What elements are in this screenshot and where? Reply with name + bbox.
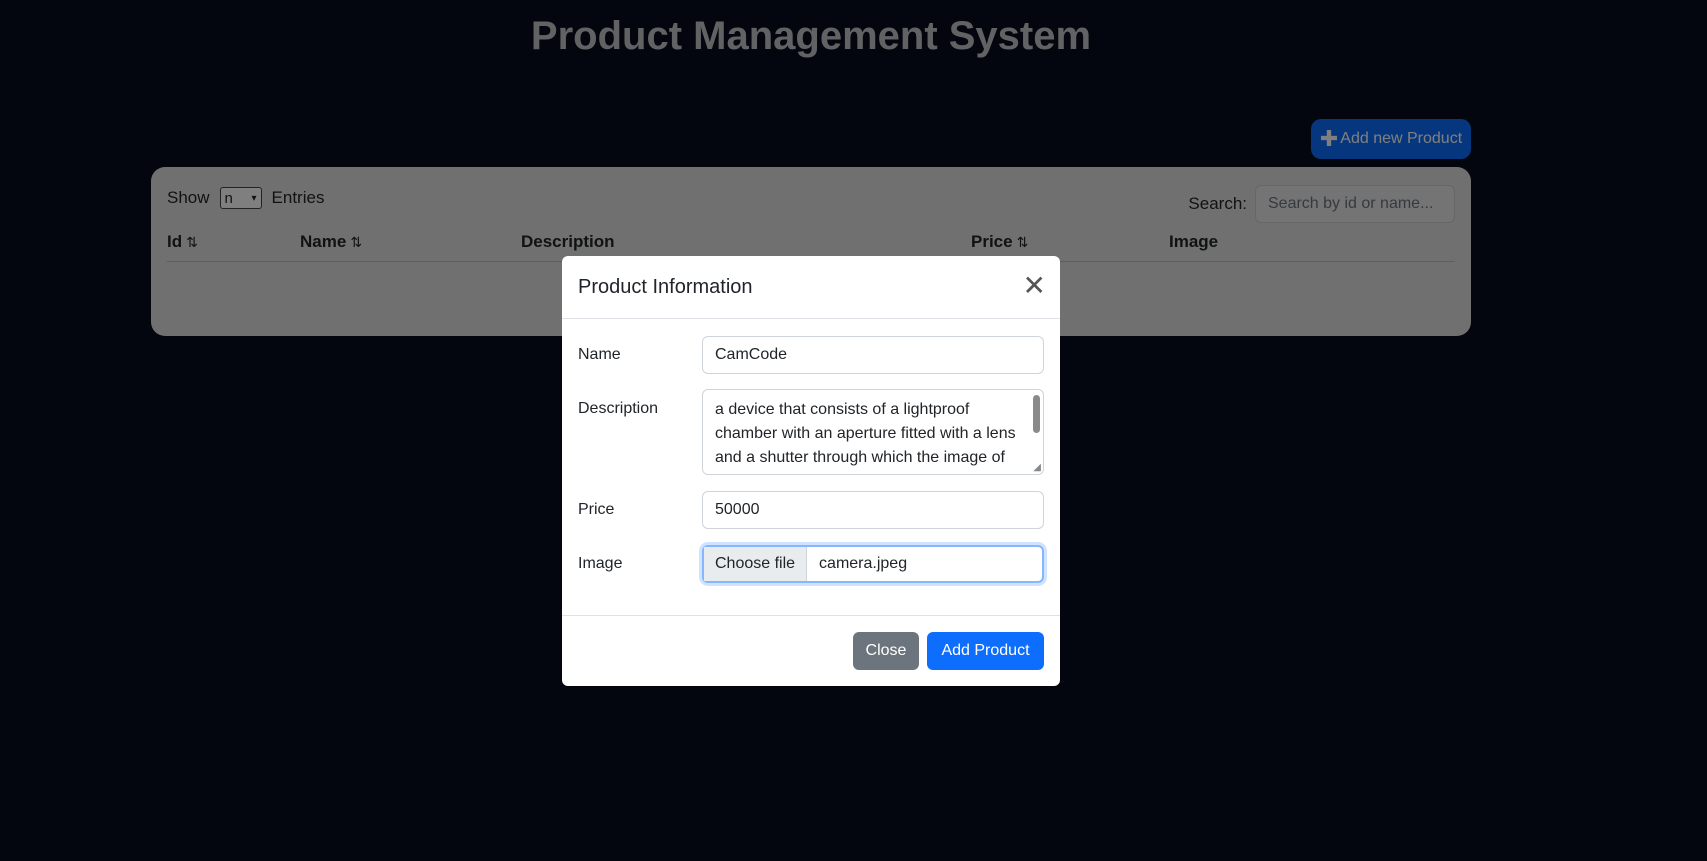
image-label: Image [578,555,623,572]
modal-header: Product Information ✕ [562,256,1060,319]
scroll-thumb[interactable] [1033,395,1040,433]
description-text: a device that consists of a lightproof c… [715,401,1016,474]
description-textarea[interactable]: a device that consists of a lightproof c… [702,389,1044,475]
choose-file-button[interactable]: Choose file [704,547,808,581]
name-label: Name [578,346,621,363]
textarea-scrollbar[interactable] [1031,393,1041,471]
resize-grip-icon[interactable]: ◢ [1033,463,1041,473]
description-label: Description [578,400,659,417]
modal-footer: Close Add Product [562,615,1060,686]
price-input[interactable]: 50000 [702,491,1044,529]
close-icon[interactable]: ✕ [1023,272,1046,300]
product-modal: Product Information ✕ Name CamCode Descr… [562,256,1060,686]
file-name: camera.jpeg [819,555,908,572]
add-product-button[interactable]: Add Product [927,632,1044,670]
price-label: Price [578,501,615,518]
close-button[interactable]: Close [853,632,919,670]
image-file-input[interactable]: Choose file camera.jpeg [702,545,1044,583]
name-input[interactable]: CamCode [702,336,1044,374]
modal-title: Product Information [578,276,753,298]
